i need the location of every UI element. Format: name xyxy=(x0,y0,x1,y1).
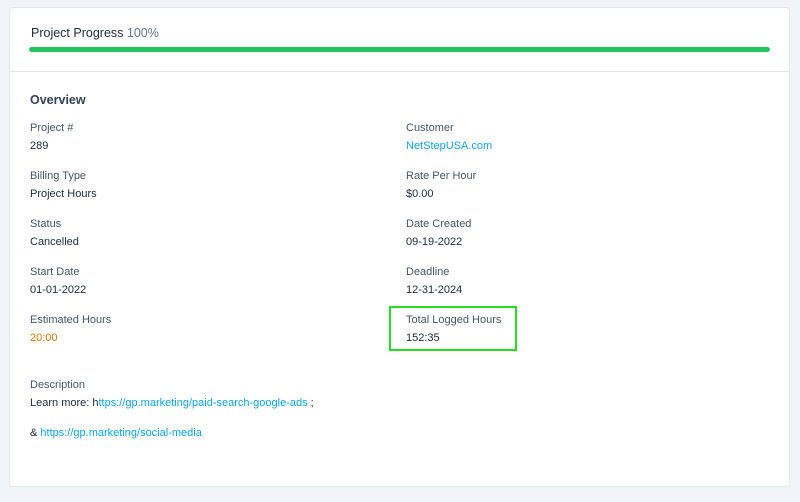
date-created-value: 09-19-2022 xyxy=(406,236,463,248)
description-line-2: & https://gp.marketing/social-media xyxy=(30,427,202,439)
paid-search-link[interactable]: ttps://gp.marketing/paid-search-google-a… xyxy=(98,397,307,409)
project-progress-label: Project Progress xyxy=(31,26,124,40)
project-progress-percent: 100% xyxy=(126,26,159,40)
total-logged-hours-highlight xyxy=(389,306,517,351)
project-overview-card: Project Progress 100% Overview Project #… xyxy=(9,7,790,487)
project-number-value: 289 xyxy=(30,140,49,152)
billing-type-value: Project Hours xyxy=(30,188,97,200)
overview-heading: Overview xyxy=(30,93,86,107)
description-label: Description xyxy=(30,379,86,391)
project-progress-bar xyxy=(29,47,770,52)
date-created-field: Date Created 09-19-2022 xyxy=(406,217,471,249)
start-date-field: Start Date 01-01-2022 xyxy=(30,265,86,297)
status-label: Status xyxy=(30,218,62,230)
rate-per-hour-value: $0.00 xyxy=(406,188,434,200)
project-number-field: Project # 289 xyxy=(30,121,73,153)
project-progress-bar-fill xyxy=(29,47,770,52)
date-created-label: Date Created xyxy=(406,218,472,230)
social-media-link[interactable]: https://gp.marketing/social-media xyxy=(40,427,201,439)
billing-type-label: Billing Type xyxy=(30,170,87,182)
customer-label: Customer xyxy=(406,122,454,134)
description-line-1-prefix: Learn more: h xyxy=(30,397,99,409)
project-progress-section: Project Progress 100% xyxy=(10,8,789,72)
status-field: Status Cancelled xyxy=(30,217,79,249)
estimated-hours-value: 20:00 xyxy=(30,332,58,344)
start-date-label: Start Date xyxy=(30,266,80,278)
project-progress-title: Project Progress 100% xyxy=(31,26,159,40)
deadline-value: 12-31-2024 xyxy=(406,284,463,296)
billing-type-field: Billing Type Project Hours xyxy=(30,169,97,201)
deadline-label: Deadline xyxy=(406,266,450,278)
status-value: Cancelled xyxy=(30,236,79,248)
description-line-2-prefix: & xyxy=(30,427,41,439)
rate-per-hour-label: Rate Per Hour xyxy=(406,170,477,182)
project-number-label: Project # xyxy=(30,122,74,134)
estimated-hours-label: Estimated Hours xyxy=(30,314,112,326)
deadline-field: Deadline 12-31-2024 xyxy=(406,265,462,297)
customer-link[interactable]: NetStepUSA.com xyxy=(406,139,492,153)
start-date-value: 01-01-2022 xyxy=(30,284,87,296)
customer-field: Customer NetStepUSA.com xyxy=(406,121,492,153)
description-line-1: Learn more: https://gp.marketing/paid-se… xyxy=(30,397,314,409)
rate-per-hour-field: Rate Per Hour $0.00 xyxy=(406,169,476,201)
description-line-1-suffix: ; xyxy=(307,397,314,409)
estimated-hours-field: Estimated Hours 20:00 xyxy=(30,313,111,345)
